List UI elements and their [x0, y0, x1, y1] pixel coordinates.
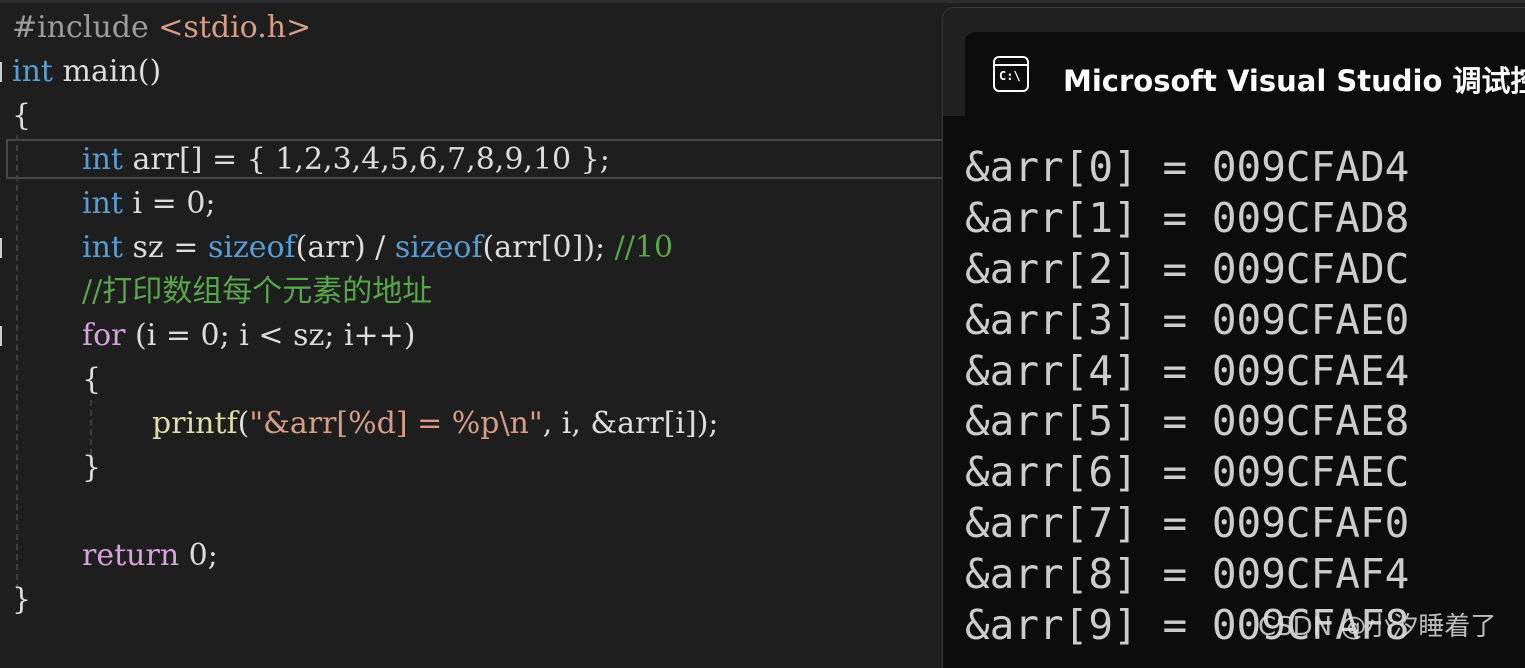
return-value: 0;	[179, 538, 218, 573]
format-string: "&arr[%d] = %p\n"	[249, 406, 543, 441]
for-keyword: for	[82, 318, 126, 353]
variable-declaration: i = 0;	[132, 186, 216, 221]
fold-marker-for[interactable]	[0, 326, 7, 346]
close-brace: }	[12, 582, 32, 617]
inline-comment: //10	[605, 230, 674, 265]
terminal-icon-label: C:\	[999, 69, 1021, 83]
type-keyword: int	[82, 186, 123, 221]
console-output[interactable]: &arr[0] = 009CFAD4 &arr[1] = 009CFAD8 &a…	[965, 142, 1409, 651]
code-line-1[interactable]: #include <stdio.h>	[12, 8, 311, 48]
indent-guide-main	[16, 135, 18, 590]
output-line: &arr[4] = 009CFAE4	[965, 346, 1410, 395]
code-line-9[interactable]: {	[82, 360, 101, 400]
open-brace: {	[82, 362, 102, 397]
printf-args: , i, &arr[i]);	[542, 406, 719, 441]
output-line: &arr[8] = 009CFAF4	[965, 550, 1410, 599]
sizeof-keyword: sizeof	[394, 230, 483, 265]
code-line-11[interactable]: }	[82, 448, 101, 488]
console-tab[interactable]: C:\ Microsoft Visual Studio 调试控	[965, 32, 1525, 116]
type-keyword: int	[12, 54, 53, 89]
code-line-4[interactable]: int arr[] = { 1,2,3,4,5,6,7,8,9,10 };	[82, 140, 610, 180]
output-line: &arr[7] = 009CFAF0	[965, 499, 1410, 548]
include-header: <stdio.h>	[158, 10, 312, 45]
csdn-watermark: CSDN @小汐睡着了	[1258, 612, 1497, 642]
output-line: &arr[1] = 009CFAD8	[965, 193, 1410, 242]
output-line: &arr[3] = 009CFAE0	[965, 295, 1410, 344]
console-title: Microsoft Visual Studio 调试控	[1063, 64, 1525, 98]
open-brace: {	[12, 98, 32, 133]
sz-assign: sz =	[132, 230, 208, 265]
code-line-6[interactable]: int sz = sizeof(arr) / sizeof(arr[0]); /…	[82, 228, 673, 268]
sizeof-arg: (arr) /	[295, 230, 395, 265]
code-line-10[interactable]: printf("&arr[%d] = %p\n", i, &arr[i]);	[152, 404, 719, 444]
return-keyword: return	[82, 538, 180, 573]
comment: //打印数组每个元素的地址	[82, 274, 433, 309]
array-declaration: arr[] = { 1,2,3,4,5,6,7,8,9,10 };	[132, 142, 610, 177]
sizeof-arg: (arr[0]);	[482, 230, 606, 265]
for-header: (i = 0; i < sz; i++)	[125, 318, 416, 353]
code-line-8[interactable]: for (i = 0; i < sz; i++)	[82, 316, 416, 356]
code-line-13[interactable]: return 0;	[82, 536, 218, 576]
output-line: &arr[6] = 009CFAEC	[965, 448, 1410, 497]
output-line: &arr[2] = 009CFADC	[965, 244, 1410, 293]
code-line-5[interactable]: int i = 0;	[82, 184, 216, 224]
debug-console-window[interactable]: C:\ Microsoft Visual Studio 调试控 &arr[0] …	[942, 7, 1525, 668]
preprocessor-directive: #include	[12, 10, 149, 45]
open-paren: (	[237, 406, 250, 441]
fold-marker-decl[interactable]	[0, 238, 7, 258]
sizeof-keyword: sizeof	[207, 230, 296, 265]
type-keyword: int	[82, 142, 123, 177]
function-name: main()	[62, 54, 162, 89]
code-line-7[interactable]: //打印数组每个元素的地址	[82, 272, 432, 312]
editor-top-border	[0, 0, 1525, 3]
terminal-icon: C:\	[993, 56, 1029, 92]
output-line: &arr[0] = 009CFAD4	[965, 143, 1410, 191]
type-keyword: int	[82, 230, 123, 265]
close-brace: }	[82, 450, 102, 485]
fold-marker-main[interactable]	[0, 62, 7, 82]
indent-guide-for	[90, 400, 92, 455]
code-line-2[interactable]: int main()	[12, 52, 161, 92]
printf-call: printf	[152, 406, 238, 441]
code-line-14[interactable]: }	[12, 580, 31, 620]
output-line: &arr[5] = 009CFAE8	[965, 397, 1410, 446]
code-line-3[interactable]: {	[12, 96, 31, 136]
